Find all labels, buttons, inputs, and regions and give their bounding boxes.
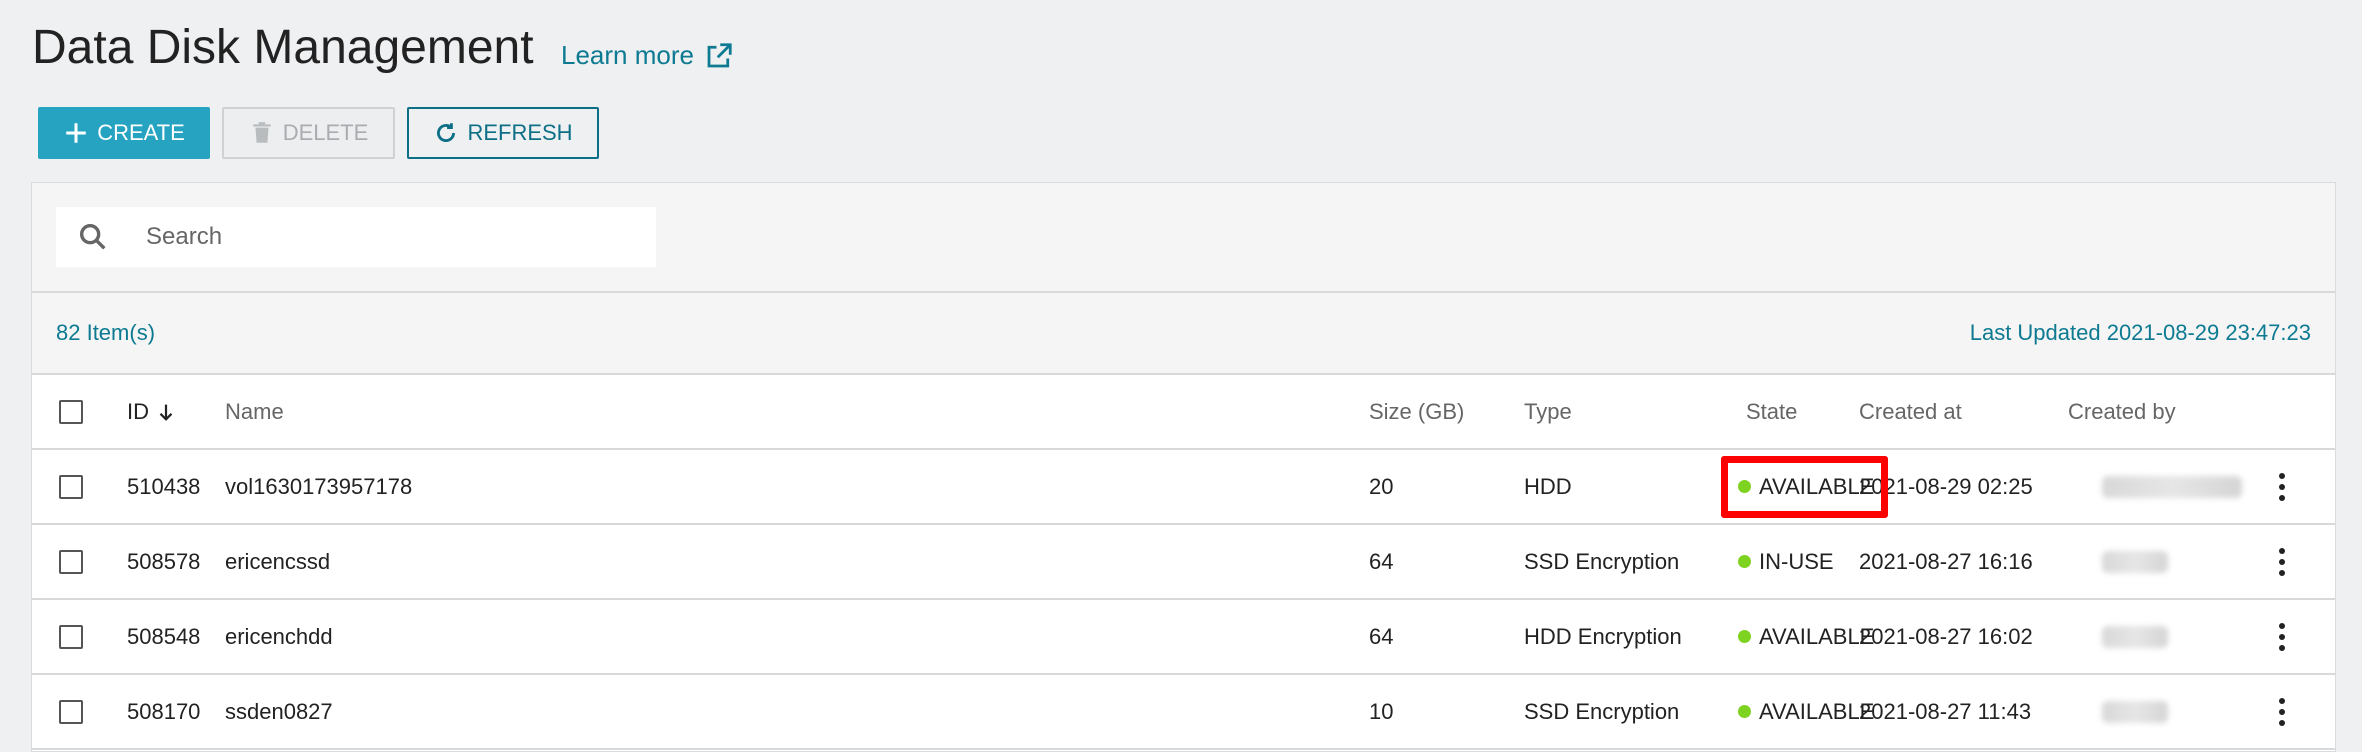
disk-type: HDD Encryption xyxy=(1524,623,1682,649)
column-id-label: ID xyxy=(127,398,149,424)
search-box[interactable] xyxy=(56,207,656,267)
table-row[interactable]: 510438 vol1630173957178 20 HDD AVAILABLE… xyxy=(32,450,2335,525)
disk-state: AVAILABLE xyxy=(1738,600,1874,673)
table-row[interactable]: 508548 ericenchdd 64 HDD Encryption AVAI… xyxy=(32,600,2335,675)
table-row[interactable]: 508578 ericencssd 64 SSD Encryption IN-U… xyxy=(32,525,2335,600)
disk-name[interactable]: ssden0827 xyxy=(225,675,333,748)
kebab-menu-icon xyxy=(2272,472,2292,501)
disk-id: 510438 xyxy=(127,473,201,499)
redacted-user xyxy=(2102,625,2168,648)
state-label: AVAILABLE xyxy=(1759,623,1875,649)
disk-id: 508170 xyxy=(127,698,201,724)
disk-size: 20 xyxy=(1369,473,1394,499)
item-count: 82 Item(s) xyxy=(56,320,156,345)
disk-name[interactable]: vol1630173957178 xyxy=(225,450,412,523)
column-name[interactable]: Name xyxy=(225,375,284,448)
state-label: AVAILABLE xyxy=(1759,473,1875,499)
row-checkbox[interactable] xyxy=(59,474,83,499)
row-checkbox[interactable] xyxy=(59,624,83,649)
toolbar: CREATE DELETE REFRESH xyxy=(38,107,599,159)
status-dot-icon xyxy=(1738,705,1751,718)
arrow-down-icon xyxy=(159,404,173,421)
search-input[interactable] xyxy=(144,222,628,252)
info-bar: 82 Item(s) Last Updated 2021-08-29 23:47… xyxy=(32,293,2335,375)
disk-type: HDD xyxy=(1524,473,1572,499)
disk-id: 508578 xyxy=(127,548,201,574)
disk-list-panel: 82 Item(s) Last Updated 2021-08-29 23:47… xyxy=(31,182,2336,752)
column-state[interactable]: State xyxy=(1746,375,1797,448)
search-icon xyxy=(79,223,106,250)
disk-created-by xyxy=(2102,675,2168,748)
disk-id: 508548 xyxy=(127,623,201,649)
state-label: AVAILABLE xyxy=(1759,698,1875,724)
disk-created-at: 2021-08-29 02:25 xyxy=(1859,473,2033,499)
status-dot-icon xyxy=(1738,480,1751,493)
disk-created-at: 2021-08-27 11:43 xyxy=(1859,698,2032,724)
column-created-at[interactable]: Created at xyxy=(1859,375,1962,448)
disk-name[interactable]: ericencssd xyxy=(225,525,330,598)
row-checkbox[interactable] xyxy=(59,699,83,724)
redacted-user xyxy=(2102,700,2168,723)
redacted-user xyxy=(2102,475,2242,498)
page-title: Data Disk Management xyxy=(32,21,534,74)
disk-type: SSD Encryption xyxy=(1524,548,1680,574)
refresh-button[interactable]: REFRESH xyxy=(407,107,599,159)
state-label: IN-USE xyxy=(1759,548,1834,574)
refresh-icon xyxy=(437,123,456,142)
column-type[interactable]: Type xyxy=(1524,375,1572,448)
disk-size: 64 xyxy=(1369,548,1394,574)
redacted-user xyxy=(2102,550,2168,573)
select-all-checkbox[interactable] xyxy=(59,399,83,424)
create-label: CREATE xyxy=(97,120,185,145)
delete-button[interactable]: DELETE xyxy=(222,107,395,159)
status-dot-icon xyxy=(1738,555,1751,568)
disk-created-at: 2021-08-27 16:02 xyxy=(1859,623,2033,649)
disk-size: 64 xyxy=(1369,623,1394,649)
plus-icon xyxy=(66,123,86,143)
column-size[interactable]: Size (GB) xyxy=(1369,375,1464,448)
table-row[interactable]: 508170 ssden0827 10 SSD Encryption AVAIL… xyxy=(32,675,2335,750)
row-menu-button[interactable] xyxy=(2272,600,2292,673)
column-created-by[interactable]: Created by xyxy=(2068,375,2176,448)
disk-size: 10 xyxy=(1369,698,1394,724)
disk-state: AVAILABLE xyxy=(1738,450,1874,523)
row-checkbox[interactable] xyxy=(59,549,83,574)
row-menu-button[interactable] xyxy=(2272,450,2292,523)
kebab-menu-icon xyxy=(2272,622,2292,651)
last-updated: Last Updated 2021-08-29 23:47:23 xyxy=(1969,320,2311,345)
column-id[interactable]: ID xyxy=(127,375,177,448)
disk-created-at: 2021-08-27 16:16 xyxy=(1859,548,2033,574)
disk-name[interactable]: ericenchdd xyxy=(225,600,333,673)
status-dot-icon xyxy=(1738,630,1751,643)
disk-created-by xyxy=(2102,450,2242,523)
trash-icon xyxy=(253,122,271,143)
external-link-icon xyxy=(707,42,732,67)
delete-label: DELETE xyxy=(282,120,369,145)
disk-table: ID Name Size (GB) Type State Created at … xyxy=(32,375,2335,750)
disk-created-by xyxy=(2102,600,2168,673)
row-menu-button[interactable] xyxy=(2272,525,2292,598)
disk-created-by xyxy=(2102,525,2168,598)
disk-state: AVAILABLE xyxy=(1738,675,1874,748)
create-button[interactable]: CREATE xyxy=(38,107,210,159)
refresh-label: REFRESH xyxy=(467,120,573,145)
kebab-menu-icon xyxy=(2272,697,2292,726)
disk-type: SSD Encryption xyxy=(1524,698,1680,724)
row-menu-button[interactable] xyxy=(2272,675,2292,748)
search-area xyxy=(32,183,2335,293)
learn-more-link[interactable]: Learn more xyxy=(561,40,734,71)
disk-state: IN-USE xyxy=(1738,525,1834,598)
learn-more-label: Learn more xyxy=(561,40,694,70)
kebab-menu-icon xyxy=(2272,547,2292,576)
table-header-row: ID Name Size (GB) Type State Created at … xyxy=(32,375,2335,450)
